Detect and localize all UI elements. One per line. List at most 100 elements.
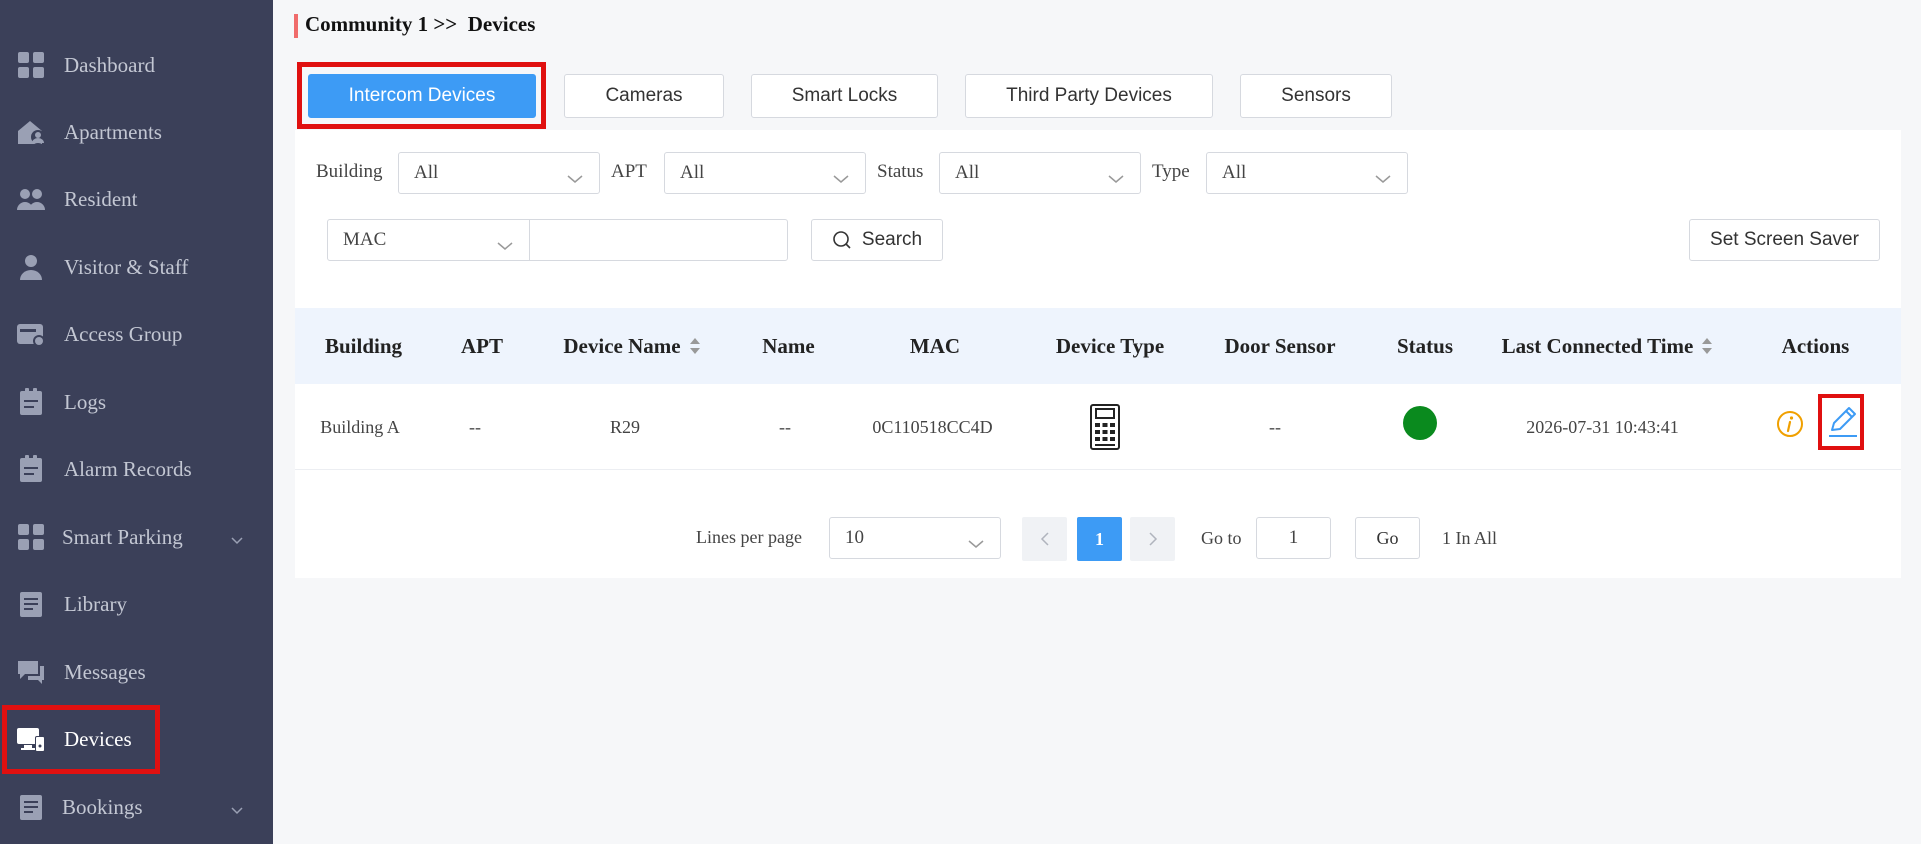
tab-sensors[interactable]: Sensors bbox=[1240, 74, 1392, 118]
parking-grid-icon bbox=[16, 522, 46, 552]
prev-page-button[interactable] bbox=[1022, 517, 1067, 561]
sidebar-item-alarm-records[interactable]: Alarm Records bbox=[0, 439, 273, 499]
sidebar-item-label: Visitor & Staff bbox=[64, 254, 189, 279]
apt-filter-value: All bbox=[680, 162, 705, 183]
type-filter-select[interactable]: All bbox=[1206, 152, 1408, 194]
sidebar-item-messages[interactable]: Messages bbox=[0, 642, 273, 702]
sidebar-item-label: Access Group bbox=[64, 321, 183, 346]
page-1-button[interactable]: 1 bbox=[1077, 517, 1122, 561]
sidebar-item-label: Messages bbox=[64, 659, 146, 684]
lines-per-page-select[interactable]: 10 bbox=[829, 517, 1001, 559]
sidebar-item-label: Smart Parking bbox=[62, 524, 183, 549]
building-filter-select[interactable]: All bbox=[398, 152, 600, 194]
cell-last-connected-time: 2026-07-31 10:43:41 bbox=[1526, 416, 1679, 437]
sidebar-item-label: Logs bbox=[64, 389, 106, 414]
sort-icon[interactable] bbox=[1701, 336, 1713, 356]
sidebar-item-library[interactable]: Library bbox=[0, 574, 273, 634]
chevron-down-icon bbox=[229, 529, 245, 545]
selected-tab-highlight bbox=[297, 62, 546, 129]
sidebar-item-smart-parking[interactable]: Smart Parking bbox=[0, 507, 273, 567]
cell-name: -- bbox=[779, 416, 791, 437]
chevron-down-icon bbox=[497, 235, 513, 250]
sidebar-item-label: Resident bbox=[64, 186, 138, 211]
lines-per-page-value: 10 bbox=[845, 527, 864, 548]
lines-per-page-label: Lines per page bbox=[696, 527, 802, 547]
search-button[interactable]: Search bbox=[811, 219, 943, 261]
search-button-label: Search bbox=[861, 229, 923, 250]
column-header-last-connected-time[interactable]: Last Connected Time bbox=[1485, 308, 1730, 384]
access-card-icon bbox=[16, 319, 46, 349]
chevron-down-icon bbox=[1108, 168, 1124, 183]
breadcrumb: Community 1 >> Devices bbox=[305, 12, 536, 36]
apt-filter-select[interactable]: All bbox=[664, 152, 866, 194]
search-input[interactable] bbox=[529, 219, 788, 261]
tab-smart-locks[interactable]: Smart Locks bbox=[751, 74, 938, 118]
column-header-label: Last Connected Time bbox=[1501, 333, 1694, 358]
sidebar-item-logs[interactable]: Logs bbox=[0, 372, 273, 432]
cell-status bbox=[1360, 384, 1480, 470]
column-header-door-sensor: Door Sensor bbox=[1224, 333, 1336, 358]
cell-actions-info bbox=[1765, 384, 1815, 470]
visitor-person-icon bbox=[16, 252, 46, 282]
table-header: Building APT Device Name Name MAC Device… bbox=[295, 308, 1901, 384]
column-header-name: Name bbox=[762, 333, 815, 358]
column-header-mac: MAC bbox=[909, 333, 961, 358]
column-header-device-type: Device Type bbox=[1055, 333, 1165, 358]
info-icon[interactable] bbox=[1776, 410, 1804, 438]
tab-third-party-devices[interactable]: Third Party Devices bbox=[965, 74, 1213, 118]
status-filter-label: Status bbox=[877, 161, 924, 182]
chevron-down-icon bbox=[567, 168, 583, 183]
sidebar-item-access-group[interactable]: Access Group bbox=[0, 304, 273, 364]
column-header-building: Building bbox=[324, 333, 403, 358]
type-filter-label: Type bbox=[1152, 161, 1190, 182]
intercom-keypad-icon bbox=[1090, 404, 1120, 450]
document-icon bbox=[16, 589, 46, 619]
apt-filter-label: APT bbox=[611, 161, 647, 182]
sidebar-item-apartments[interactable]: Apartments bbox=[0, 102, 273, 162]
breadcrumb-marker bbox=[294, 14, 298, 38]
document-icon bbox=[16, 792, 46, 822]
next-page-button[interactable] bbox=[1130, 517, 1175, 561]
column-header-actions: Actions bbox=[1781, 333, 1850, 358]
sidebar-item-visitor-staff[interactable]: Visitor & Staff bbox=[0, 237, 273, 297]
sidebar-item-label: Apartments bbox=[64, 119, 162, 144]
chevron-down-icon bbox=[833, 168, 849, 183]
edit-action-highlight bbox=[1818, 394, 1864, 450]
set-screen-saver-button[interactable]: Set Screen Saver bbox=[1689, 219, 1880, 261]
table-row: Building A -- R29 -- 0C110518CC4D -- 202… bbox=[295, 384, 1901, 470]
cell-device-type bbox=[1020, 384, 1190, 470]
residents-group-icon bbox=[16, 184, 46, 214]
status-filter-value: All bbox=[955, 162, 980, 183]
sidebar-item-label: Alarm Records bbox=[64, 456, 192, 481]
clipboard-icon bbox=[16, 454, 46, 484]
sidebar-item-label: Library bbox=[64, 591, 127, 616]
sidebar-item-label: Dashboard bbox=[64, 52, 155, 77]
total-count: 1 In All bbox=[1442, 528, 1498, 548]
search-field-select[interactable]: MAC bbox=[327, 219, 530, 261]
apartment-house-icon bbox=[16, 117, 46, 147]
go-button[interactable]: Go bbox=[1355, 517, 1420, 559]
clipboard-icon bbox=[16, 387, 46, 417]
tab-cameras[interactable]: Cameras bbox=[564, 74, 724, 118]
column-header-device-name[interactable]: Device Name bbox=[532, 308, 732, 384]
goto-page-input[interactable]: 1 bbox=[1256, 517, 1331, 559]
status-filter-select[interactable]: All bbox=[939, 152, 1141, 194]
column-header-apt: APT bbox=[461, 333, 503, 358]
search-icon bbox=[833, 231, 851, 249]
column-header-status: Status bbox=[1396, 333, 1454, 358]
chevron-down-icon bbox=[968, 533, 984, 548]
chevron-down-icon bbox=[1375, 168, 1391, 183]
cell-door-sensor: -- bbox=[1269, 416, 1281, 437]
building-filter-label: Building bbox=[316, 161, 383, 182]
cell-device-name: R29 bbox=[609, 416, 640, 437]
building-filter-value: All bbox=[414, 162, 439, 183]
sidebar-item-bookings[interactable]: Bookings bbox=[0, 777, 273, 837]
sidebar-item-label: Bookings bbox=[62, 794, 143, 819]
status-indicator bbox=[1403, 406, 1437, 440]
sidebar-item-dashboard[interactable]: Dashboard bbox=[0, 35, 273, 95]
type-filter-value: All bbox=[1222, 162, 1247, 183]
sidebar-item-resident[interactable]: Resident bbox=[0, 169, 273, 229]
cell-apt: -- bbox=[469, 416, 481, 437]
sort-icon[interactable] bbox=[689, 336, 701, 356]
chevron-down-icon bbox=[229, 799, 245, 815]
